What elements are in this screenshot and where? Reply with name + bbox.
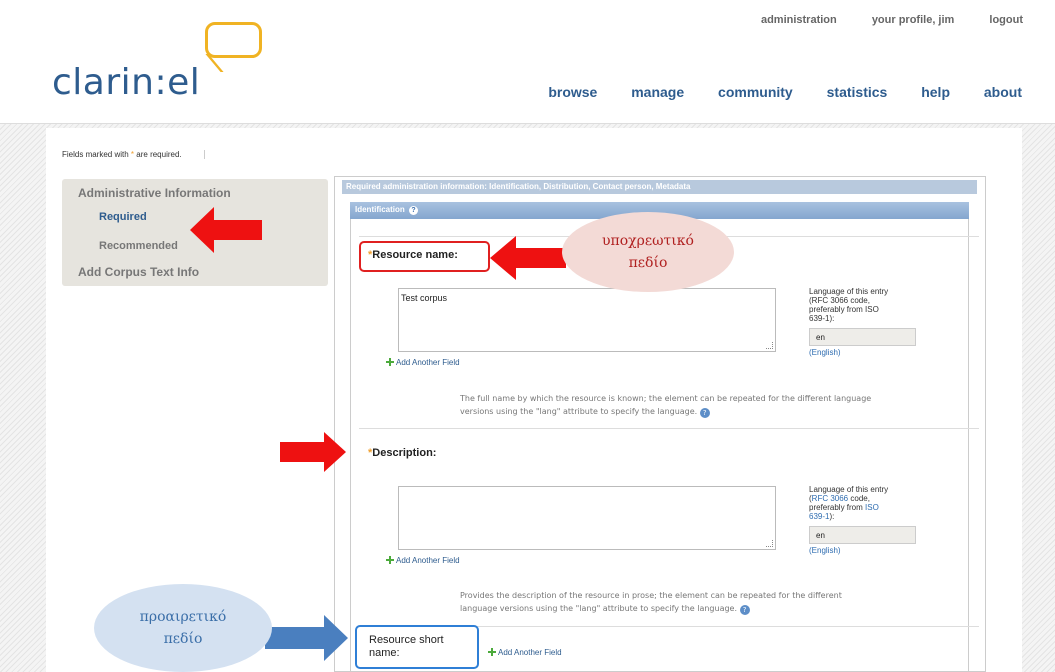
sidebar-item-recommended[interactable]: Recommended xyxy=(99,240,178,252)
help-icon[interactable]: ? xyxy=(739,605,750,615)
resource-name-lang-name: (English) xyxy=(809,348,841,357)
nav-community[interactable]: community xyxy=(718,84,793,100)
red-arrow-right-icon xyxy=(280,432,346,472)
short-name-add-field-button[interactable]: Add Another Field xyxy=(488,648,562,657)
resource-name-help-text: The full name by which the resource is k… xyxy=(460,394,872,418)
nav-statistics[interactable]: statistics xyxy=(827,84,888,100)
optional-field-highlight-box xyxy=(355,625,479,669)
link-administration[interactable]: administration xyxy=(761,14,837,26)
link-your-profile[interactable]: your profile, jim xyxy=(872,14,955,26)
iso-link[interactable]: ISO xyxy=(865,503,879,512)
description-lang-input[interactable]: en xyxy=(809,526,916,544)
divider xyxy=(359,428,979,429)
sidebar-item-add-corpus-text-info[interactable]: Add Corpus Text Info xyxy=(78,265,199,279)
main-nav: browse manage community statistics help … xyxy=(518,84,1022,100)
blue-arrow-right-icon xyxy=(265,615,348,661)
required-field-highlight-box xyxy=(359,241,490,272)
sidebar-title[interactable]: Administrative Information xyxy=(78,186,231,200)
optional-field-callout: προαιρετικό πεδίο xyxy=(94,584,272,672)
top-links: administration your profile, jim logout xyxy=(729,14,1023,26)
nav-about[interactable]: about xyxy=(984,84,1022,100)
plus-icon xyxy=(386,358,394,366)
red-arrow-left-icon xyxy=(190,207,262,253)
required-star-icon: * xyxy=(130,150,135,159)
iso-639-1-link[interactable]: 639-1 xyxy=(809,512,829,521)
resource-name-textarea[interactable]: Test corpus xyxy=(398,288,776,352)
resource-name-lang-note: Language of this entry (RFC 3066 code, p… xyxy=(809,287,889,323)
help-icon[interactable]: ? xyxy=(409,206,419,215)
section-header-bar: Required administration information: Ide… xyxy=(342,180,977,194)
site-header: clarin:el administration your profile, j… xyxy=(0,0,1055,124)
logo-speech-bubble-icon xyxy=(205,22,262,58)
link-logout[interactable]: logout xyxy=(989,14,1023,26)
nav-help[interactable]: help xyxy=(921,84,950,100)
description-add-field-button[interactable]: Add Another Field xyxy=(386,556,460,565)
resource-name-add-field-button[interactable]: Add Another Field xyxy=(386,358,460,367)
required-fields-note: Fields marked with * are required. xyxy=(62,150,205,159)
description-label: *Description: xyxy=(368,447,437,459)
plus-icon xyxy=(488,648,496,656)
nav-browse[interactable]: browse xyxy=(548,84,597,100)
description-lang-note: Language of this entry (RFC 3066 code, p… xyxy=(809,485,889,521)
description-textarea[interactable] xyxy=(398,486,776,550)
plus-icon xyxy=(386,556,394,564)
description-help-text: Provides the description of the resource… xyxy=(460,591,842,615)
nav-manage[interactable]: manage xyxy=(631,84,684,100)
help-icon[interactable]: ? xyxy=(699,408,710,418)
rfc-3066-link[interactable]: RFC 3066 xyxy=(812,494,848,503)
red-arrow-left-icon xyxy=(490,236,566,280)
resource-name-lang-input[interactable]: en xyxy=(809,328,916,346)
description-lang-name: (English) xyxy=(809,546,841,555)
sidebar-item-required[interactable]: Required xyxy=(99,211,147,223)
required-field-callout: υποχρεωτικό πεδίο xyxy=(562,212,734,292)
site-logo[interactable]: clarin:el xyxy=(52,62,200,103)
